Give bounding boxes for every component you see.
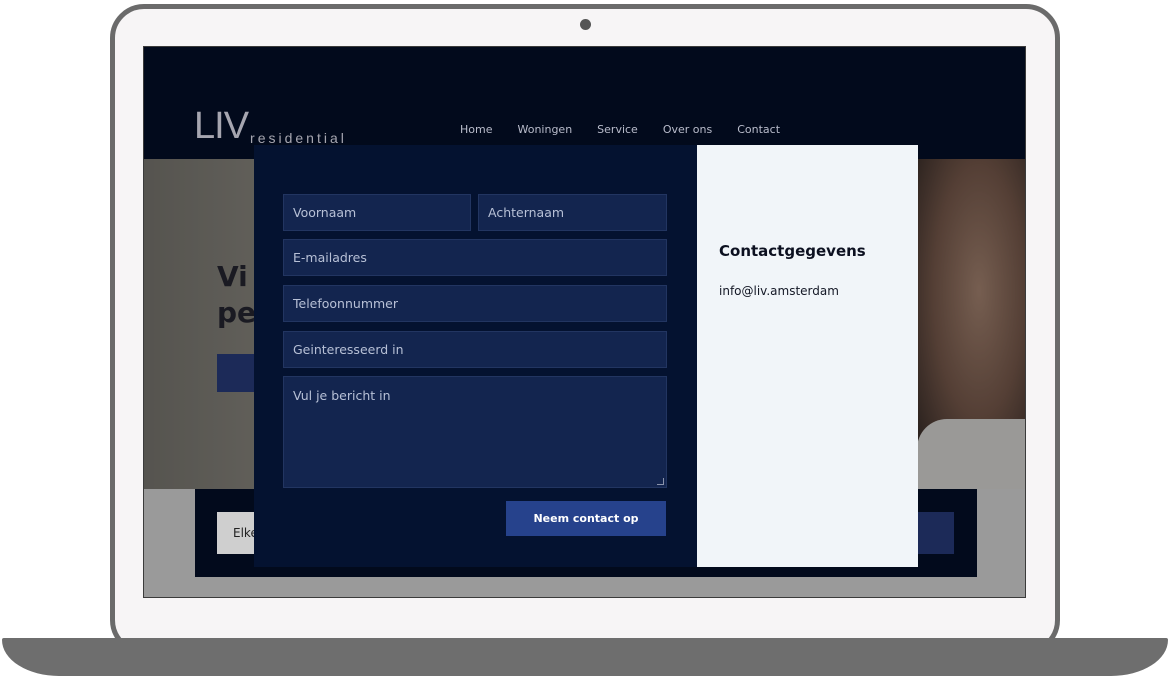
email-field[interactable]: E-mailadres <box>283 239 667 276</box>
logo-wordmark: residential <box>250 130 347 146</box>
site-header: LIV residential Home Woningen Service Ov… <box>144 47 1025 159</box>
nav-over-ons[interactable]: Over ons <box>663 123 712 136</box>
first-name-field[interactable]: Voornaam <box>283 194 471 231</box>
contact-email[interactable]: info@liv.amsterdam <box>719 284 839 298</box>
nav-contact[interactable]: Contact <box>737 123 780 136</box>
hero-title: Vi pe <box>217 260 257 329</box>
message-textarea[interactable]: Vul je bericht in <box>283 376 667 488</box>
submit-button[interactable]: Neem contact op <box>506 501 666 536</box>
contact-form-panel: Voornaam Achternaam E-mailadres Telefoon… <box>254 145 697 567</box>
laptop-base <box>2 638 1168 676</box>
interest-field[interactable]: Geinteresseerd in <box>283 331 667 368</box>
logo-mark: LIV <box>194 105 249 147</box>
last-name-field[interactable]: Achternaam <box>478 194 667 231</box>
contact-info-panel: Contactgegevens info@liv.amsterdam <box>697 145 918 567</box>
camera-icon <box>580 19 591 30</box>
resize-handle-icon[interactable] <box>657 478 664 485</box>
nav-woningen[interactable]: Woningen <box>517 123 572 136</box>
main-nav: Home Woningen Service Over ons Contact <box>460 123 780 136</box>
laptop-screen: LIV residential Home Woningen Service Ov… <box>143 46 1026 598</box>
message-placeholder: Vul je bericht in <box>293 388 391 403</box>
nav-home[interactable]: Home <box>460 123 492 136</box>
logo[interactable]: LIV residential <box>194 105 347 147</box>
nav-service[interactable]: Service <box>597 123 638 136</box>
contact-info-title: Contactgegevens <box>719 242 866 260</box>
phone-field[interactable]: Telefoonnummer <box>283 285 667 322</box>
